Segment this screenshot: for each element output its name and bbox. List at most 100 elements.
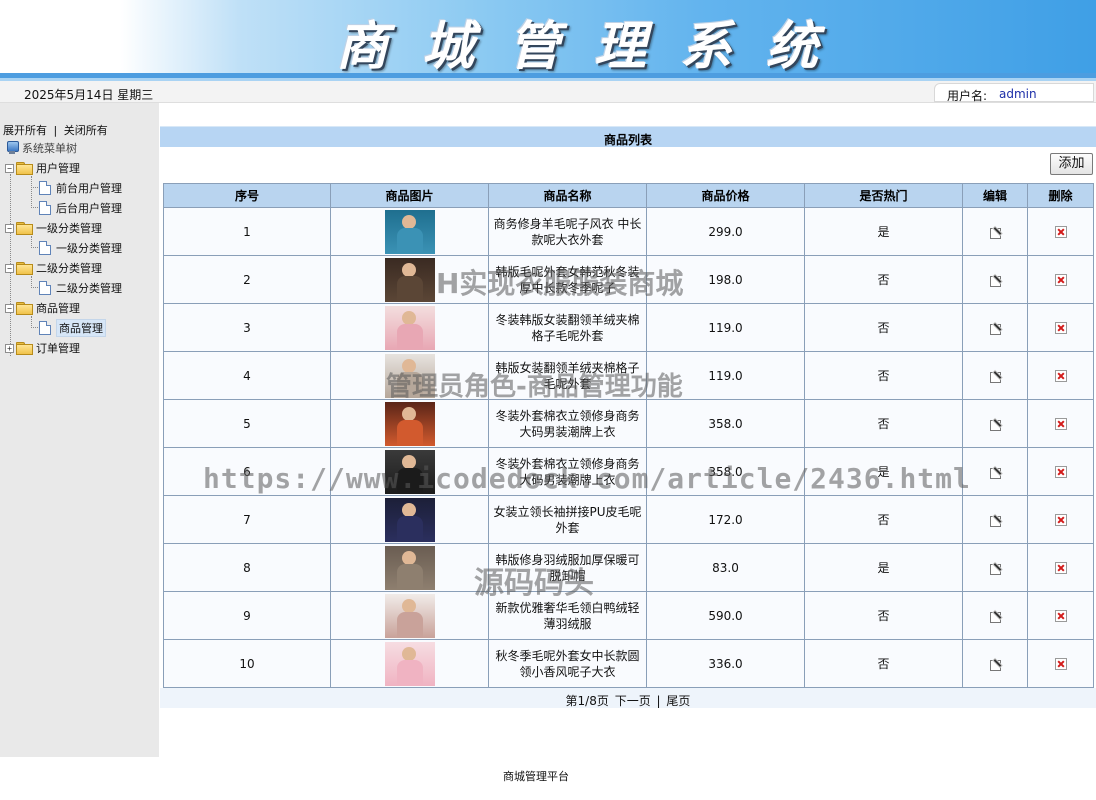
table-row: 10 秋冬季毛呢外套女中长款圆领小香风呢子大衣 336.0 否 [163,639,1094,688]
tree-line [31,276,32,286]
product-thumbnail[interactable] [384,593,435,638]
product-price: 590.0 [646,591,805,640]
product-thumbnail[interactable] [384,641,435,686]
tree-root[interactable]: 系统菜单树 [6,140,77,156]
tree-group-category1[interactable]: − 一级分类管理 [5,219,102,237]
product-thumbnail[interactable] [384,449,435,494]
table-header-row: 序号 商品图片 商品名称 商品价格 是否热门 编辑 删除 [163,183,1094,208]
last-page-link[interactable]: 尾页 [666,694,690,708]
collapse-toggle-icon[interactable]: − [5,163,14,173]
tree-item-label: 一级分类管理 [56,242,122,255]
row-number: 10 [163,639,331,688]
edit-icon[interactable] [989,274,1002,287]
tree-item-product-selected[interactable]: 商品管理 [39,319,106,337]
tree-group-label: 商品管理 [36,302,80,315]
delete-icon[interactable] [1054,322,1067,334]
tree-group-label: 订单管理 [36,342,80,355]
tree-item-label: 前台用户管理 [56,182,122,195]
page-icon [39,281,51,295]
tree-item-frontend-users[interactable]: 前台用户管理 [39,179,122,197]
delete-icon[interactable] [1054,658,1067,670]
product-thumbnail[interactable] [384,305,435,350]
table-row: 9 新款优雅奢华毛领白鸭绒轻薄羽绒服 590.0 否 [163,591,1094,640]
table-row: 4 韩版女装翻领羊绒夹棉格子毛呢外套 119.0 否 [163,351,1094,400]
tree-item-label: 二级分类管理 [56,282,122,295]
delete-cell [1027,543,1094,592]
delete-icon[interactable] [1054,562,1067,574]
product-thumbnail[interactable] [384,401,435,446]
tree-controls: 展开所有 | 关闭所有 [3,122,108,138]
collapse-toggle-icon[interactable]: − [5,303,14,313]
delete-icon[interactable] [1054,418,1067,430]
product-thumbnail[interactable] [384,545,435,590]
tree-line [31,327,38,328]
delete-icon[interactable] [1054,370,1067,382]
tree-item-backend-users[interactable]: 后台用户管理 [39,199,122,217]
table-row: 8 韩版修身羽绒服加厚保暖可脱卸帽 83.0 是 [163,543,1094,592]
delete-icon[interactable] [1054,226,1067,238]
tree-group-category2[interactable]: − 二级分类管理 [5,259,102,277]
collapse-all-link[interactable]: 关闭所有 [64,124,108,137]
product-thumbnail[interactable] [384,353,435,398]
footer-text: 商城管理平台 [503,770,569,783]
product-name: 商务修身羊毛呢子风衣 中长款呢大衣外套 [488,207,647,256]
product-price: 83.0 [646,543,805,592]
tree-item-category1[interactable]: 一级分类管理 [39,239,122,257]
product-name: 冬装韩版女装翻领羊绒夹棉格子毛呢外套 [488,303,647,352]
table-row: 3 冬装韩版女装翻领羊绒夹棉格子毛呢外套 119.0 否 [163,303,1094,352]
product-price: 198.0 [646,255,805,304]
collapse-toggle-icon[interactable]: − [5,263,14,273]
edit-icon[interactable] [989,370,1002,383]
edit-cell [962,255,1028,304]
collapse-toggle-icon[interactable]: − [5,223,14,233]
product-hot-flag: 是 [804,543,963,592]
tree-group-product[interactable]: − 商品管理 [5,299,80,317]
product-name: 冬装外套棉衣立领修身商务大码男装潮牌上衣 [488,447,647,496]
tree-line [31,287,38,288]
column-header-hot: 是否热门 [804,183,963,208]
column-header-price: 商品价格 [646,183,805,208]
edit-icon[interactable] [989,226,1002,239]
edit-icon[interactable] [989,418,1002,431]
table-row: 1 商务修身羊毛呢子风衣 中长款呢大衣外套 299.0 是 [163,207,1094,256]
delete-cell [1027,207,1094,256]
tree-item-category2[interactable]: 二级分类管理 [39,279,122,297]
delete-cell [1027,639,1094,688]
column-header-image: 商品图片 [330,183,489,208]
delete-icon[interactable] [1054,514,1067,526]
tree-group-user[interactable]: − 用户管理 [5,159,80,177]
table-row: 7 女装立领长袖拼接PU皮毛呢外套 172.0 否 [163,495,1094,544]
page-title: 商品列表 [603,133,652,147]
product-name: 韩版女装翻领羊绒夹棉格子毛呢外套 [488,351,647,400]
column-header-no: 序号 [163,183,331,208]
edit-icon[interactable] [989,610,1002,623]
edit-icon[interactable] [989,514,1002,527]
product-image-cell [330,447,489,496]
edit-icon[interactable] [989,658,1002,671]
edit-icon[interactable] [989,562,1002,575]
next-page-link[interactable]: 下一页 [615,694,651,708]
table-row: 5 冬装外套棉衣立领修身商务大码男装潮牌上衣 358.0 否 [163,399,1094,448]
edit-icon[interactable] [989,322,1002,335]
product-thumbnail[interactable] [384,497,435,542]
page-info: 第1/8页 [565,694,609,708]
tree-group-order[interactable]: + 订单管理 [5,339,80,357]
product-price: 172.0 [646,495,805,544]
product-hot-flag: 否 [804,591,963,640]
list-title-bar: 商品列表 [160,126,1096,147]
delete-icon[interactable] [1054,274,1067,286]
add-button[interactable]: 添加 [1050,153,1093,175]
expand-all-link[interactable]: 展开所有 [3,124,47,137]
delete-icon[interactable] [1054,466,1067,478]
delete-icon[interactable] [1054,610,1067,622]
tree-group-label: 一级分类管理 [36,222,102,235]
edit-icon[interactable] [989,466,1002,479]
product-image-cell [330,495,489,544]
page-icon [39,181,51,195]
column-header-name: 商品名称 [488,183,647,208]
product-thumbnail[interactable] [384,209,435,254]
expand-toggle-icon[interactable]: + [5,343,14,353]
user-name[interactable]: admin [999,87,1037,101]
info-bar: 2025年5月14日 星期三 用户名: admin [0,81,1096,103]
product-thumbnail[interactable] [384,257,435,302]
